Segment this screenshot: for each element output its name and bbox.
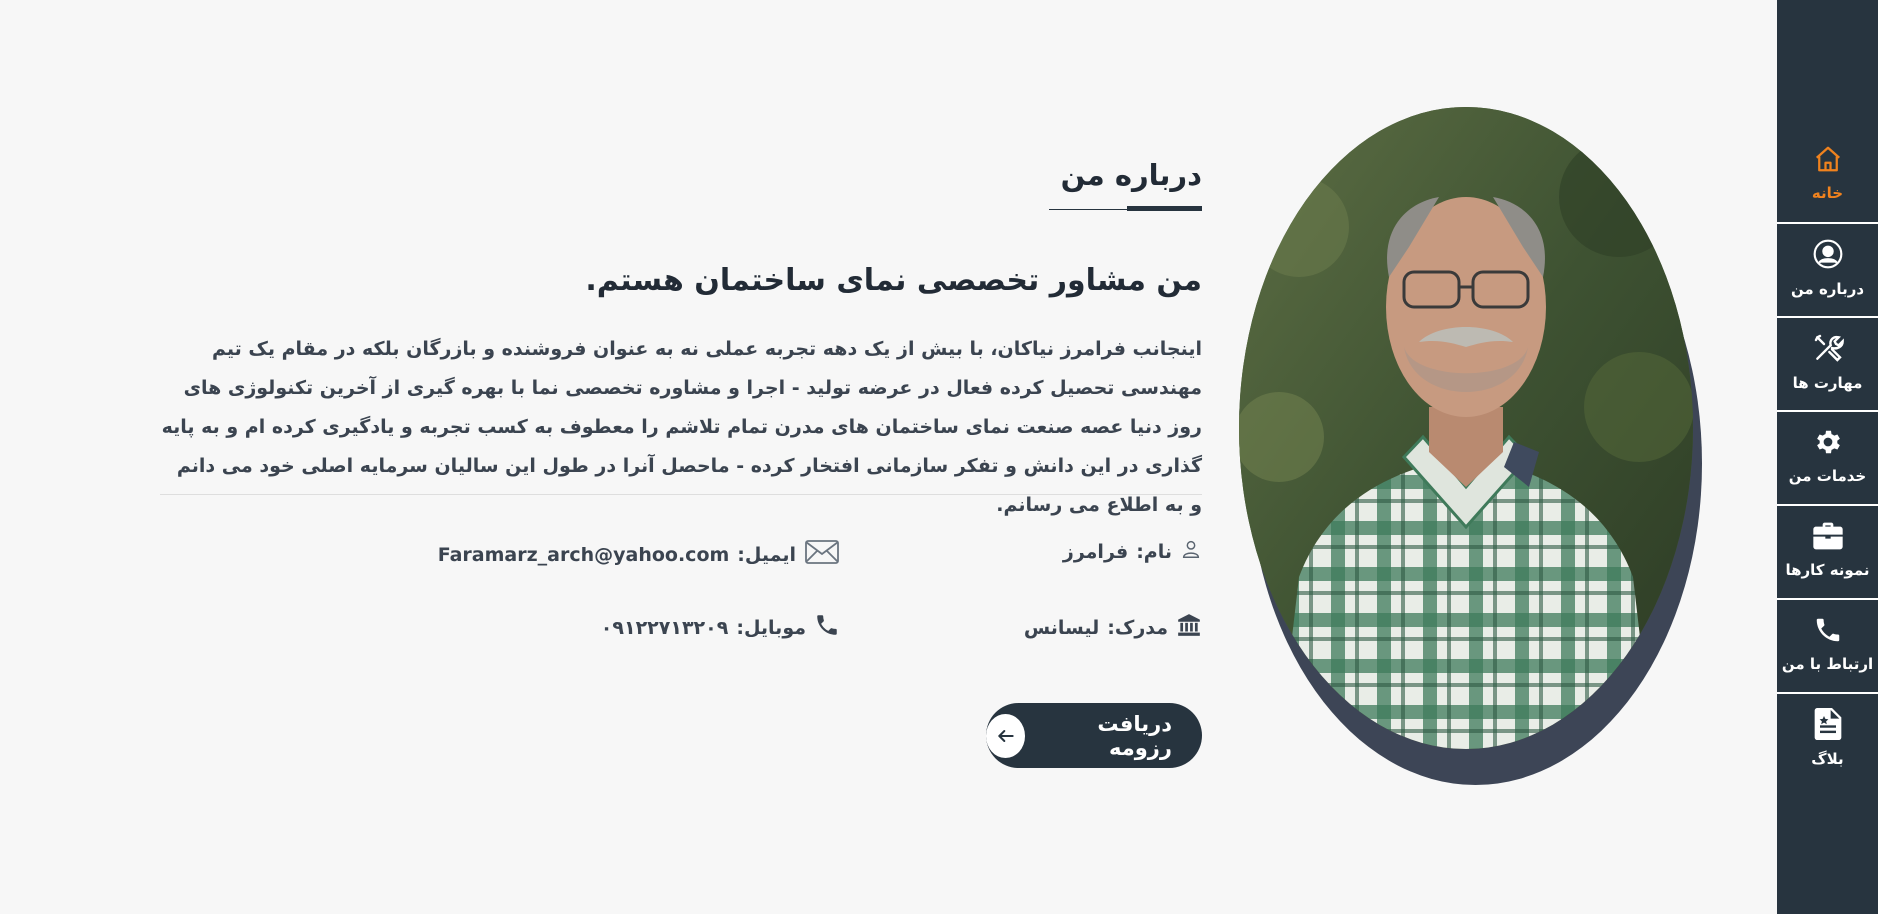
section-title: درباره من <box>1060 158 1202 192</box>
download-resume-button[interactable]: دریافت رزومه <box>986 703 1202 768</box>
about-paragraph: اینجانب فرامرز نیاکان، با بیش از یک دهه … <box>161 338 1202 516</box>
sidebar-item-blog[interactable]: بلاگ <box>1777 692 1878 784</box>
sidebar-item-portfolio[interactable]: نمونه کارها <box>1777 504 1878 596</box>
sidebar-item-skills[interactable]: مهارت ها <box>1777 316 1878 408</box>
name-label: نام: <box>1136 540 1172 563</box>
email-label: ایمیل: <box>737 543 796 566</box>
degree-value: لیسانس <box>1023 616 1100 639</box>
tools-icon <box>1812 332 1844 368</box>
sidebar-item-services[interactable]: خدمات من <box>1777 410 1878 502</box>
sidebar-item-label: نمونه کارها <box>1785 561 1870 579</box>
sidebar-item-label: خدمات من <box>1788 467 1867 485</box>
email-value[interactable]: Faramarz_arch@yahoo.com <box>438 544 730 566</box>
about-heading: من مشاور تخصصی نمای ساختمان هستم. <box>585 263 1202 298</box>
name-value: فرامرز <box>1062 540 1129 563</box>
document-icon <box>1814 708 1842 744</box>
user-circle-icon <box>1812 238 1844 274</box>
user-icon <box>1180 538 1202 565</box>
mobile-label: موبایل: <box>736 616 806 639</box>
sidebar-item-label: ارتباط با من <box>1781 655 1874 673</box>
degree-label: مدرک: <box>1107 616 1168 639</box>
resume-button-label: دریافت رزومه <box>1097 711 1172 760</box>
sidebar-item-about[interactable]: درباره من <box>1777 222 1878 314</box>
sidebar-item-home[interactable]: خانه <box>1777 127 1878 219</box>
profile-photo-frame <box>1239 107 1702 785</box>
phone-icon <box>814 612 840 643</box>
sidebar-item-contact[interactable]: ارتباط با من <box>1777 598 1878 690</box>
arrow-left-icon <box>986 713 1026 758</box>
institution-icon <box>1176 612 1202 643</box>
gear-icon <box>1813 427 1843 461</box>
mobile-value[interactable]: ۰۹۱۲۲۷۱۳۲۰۹ <box>601 617 729 639</box>
info-name: نام: فرامرز <box>1063 538 1202 565</box>
sidebar-item-label: مهارت ها <box>1792 374 1863 392</box>
envelope-icon <box>804 538 840 571</box>
sidebar-nav: خانه درباره من مهارت ها خدمات من نمونه ک… <box>1777 0 1878 914</box>
title-underline-accent <box>1127 206 1202 211</box>
info-degree: مدرک: لیسانس <box>1024 612 1202 643</box>
info-mobile: موبایل: ۰۹۱۲۲۷۱۳۲۰۹ <box>601 612 840 643</box>
content-divider <box>160 494 1202 495</box>
sidebar-item-label: بلاگ <box>1811 750 1844 768</box>
profile-photo <box>1239 107 1693 749</box>
info-email: ایمیل: Faramarz_arch@yahoo.com <box>438 538 840 571</box>
home-icon <box>1813 144 1843 178</box>
sidebar-item-label: درباره من <box>1790 280 1865 298</box>
phone-icon <box>1813 615 1843 649</box>
briefcase-icon <box>1812 521 1844 555</box>
about-section: درباره من من مشاور تخصصی نمای ساختمان هس… <box>160 0 1202 914</box>
sidebar-item-label: خانه <box>1811 184 1844 202</box>
